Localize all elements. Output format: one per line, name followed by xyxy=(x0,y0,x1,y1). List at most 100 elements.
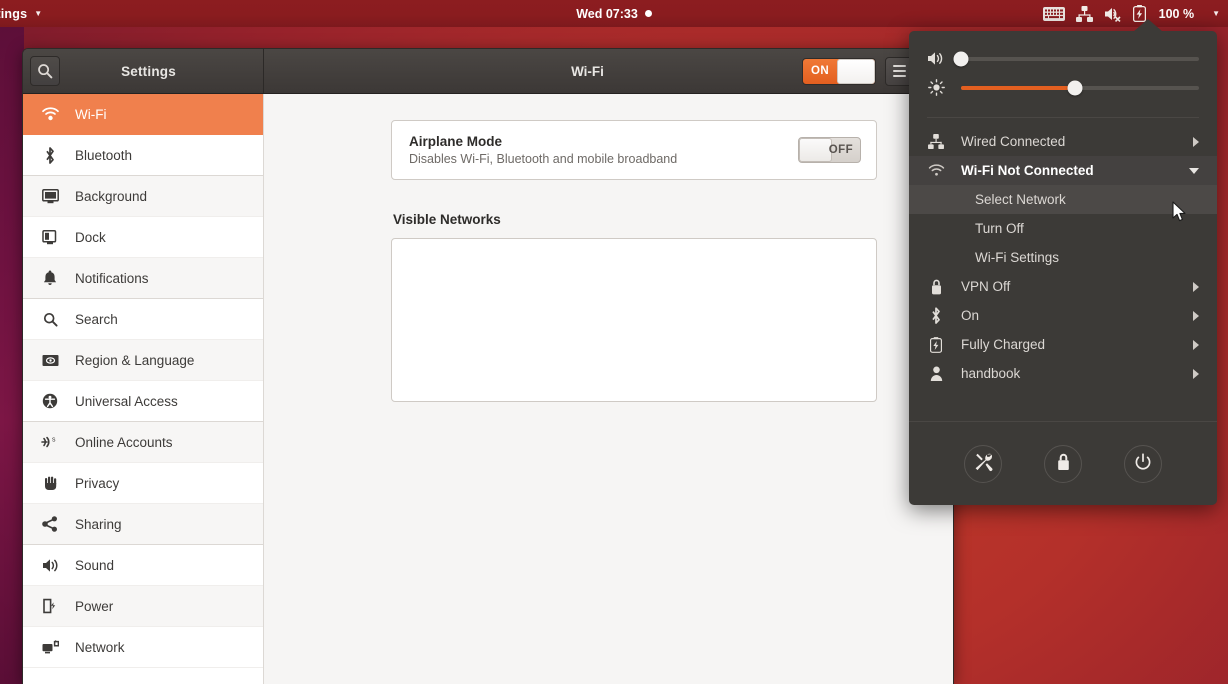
system-menu-vpn-row[interactable]: VPN Off xyxy=(909,272,1217,301)
region-language-icon xyxy=(41,354,59,367)
sidebar-item-privacy[interactable]: Privacy xyxy=(23,463,263,504)
privacy-hand-icon xyxy=(41,475,59,491)
battery-percent-label: 100 % xyxy=(1158,6,1195,21)
system-menu-row-label: On xyxy=(961,308,980,323)
power-icon xyxy=(1134,453,1152,474)
system-menu-wifi-row[interactable]: Wi-Fi Not Connected xyxy=(909,156,1217,185)
sidebar-item-label: Notifications xyxy=(75,270,149,286)
sidebar-item-label: Dock xyxy=(75,229,106,245)
notification-dot-icon xyxy=(644,9,652,17)
sidebar-item-label: Universal Access xyxy=(75,393,178,409)
keyboard-icon xyxy=(1042,6,1065,21)
wifi-toggle-switch[interactable]: ON xyxy=(802,57,876,85)
visible-networks-list[interactable] xyxy=(391,238,877,402)
settings-sidebar: Wi-Fi Bluetooth Background Dock Notifica… xyxy=(23,94,264,684)
sidebar-item-label: Bluetooth xyxy=(75,147,133,163)
system-menu-wired-row[interactable]: Wired Connected xyxy=(909,127,1217,156)
sidebar-item-wifi[interactable]: Wi-Fi xyxy=(23,94,263,135)
sidebar-item-label: Region & Language xyxy=(75,352,195,368)
settings-window: Settings Wi-Fi ON Wi-Fi Bluetooth Backgr… xyxy=(22,48,954,684)
system-menu-row-label: VPN Off xyxy=(961,279,1011,294)
sound-icon xyxy=(41,558,59,573)
sidebar-item-background[interactable]: Background xyxy=(23,176,263,217)
sidebar-item-bluetooth[interactable]: Bluetooth xyxy=(23,135,263,176)
topbar-app-name: ttings xyxy=(0,6,28,21)
airplane-toggle-label: OFF xyxy=(828,144,853,156)
accessibility-icon xyxy=(41,393,59,409)
clock-button[interactable]: Wed 07:33 xyxy=(576,7,652,21)
airplane-mode-title: Airplane Mode xyxy=(409,134,503,149)
sidebar-item-label: Sound xyxy=(75,557,115,573)
volume-muted-icon xyxy=(1104,6,1122,22)
brightness-slider-knob xyxy=(1067,80,1083,95)
power-button[interactable] xyxy=(1124,444,1162,483)
sidebar-item-online-accounts[interactable]: s Online Accounts xyxy=(23,422,263,463)
airplane-mode-subtitle: Disables Wi-Fi, Bluetooth and mobile bro… xyxy=(409,152,678,166)
system-menu-row-label: Wired Connected xyxy=(961,134,1066,149)
window-body: Wi-Fi Bluetooth Background Dock Notifica… xyxy=(23,94,953,684)
sidebar-item-label: Wi-Fi xyxy=(75,106,107,122)
sidebar-item-sharing[interactable]: Sharing xyxy=(23,504,263,545)
sidebar-item-sound[interactable]: Sound xyxy=(23,545,263,586)
chevron-right-icon xyxy=(1193,281,1199,292)
background-icon xyxy=(41,188,59,204)
brightness-icon xyxy=(927,79,945,96)
sidebar-item-label: Privacy xyxy=(75,475,120,491)
sidebar-item-region-language[interactable]: Region & Language xyxy=(23,340,263,381)
sidebar-item-label: Search xyxy=(75,311,118,327)
online-accounts-icon: s xyxy=(41,434,59,450)
search-button[interactable] xyxy=(30,56,60,86)
settings-button[interactable] xyxy=(964,444,1002,483)
airplane-toggle-knob xyxy=(799,138,832,162)
chevron-right-icon xyxy=(1193,368,1199,379)
search-icon xyxy=(41,312,59,327)
system-menu-row-label: Fully Charged xyxy=(961,337,1046,352)
brightness-slider-track[interactable] xyxy=(961,80,1199,95)
volume-slider-row[interactable] xyxy=(927,44,1199,73)
top-bar: ttings ▼ Wed 07:33 xyxy=(0,0,1228,27)
system-menu-row-label: handbook xyxy=(961,366,1021,381)
lock-button[interactable] xyxy=(1044,444,1082,483)
topbar-status-area[interactable]: 100 % ▼ xyxy=(1042,0,1220,27)
sidebar-item-dock[interactable]: Dock xyxy=(23,217,263,258)
sidebar-item-search[interactable]: Search xyxy=(23,299,263,340)
headerbar-right: Wi-Fi ON xyxy=(264,49,953,93)
airplane-mode-toggle[interactable]: OFF xyxy=(798,137,861,163)
sidebar-item-power[interactable]: Power xyxy=(23,586,263,627)
system-menu-actions xyxy=(909,421,1217,505)
sidebar-item-label: Online Accounts xyxy=(75,434,173,450)
sidebar-item-notifications[interactable]: Notifications xyxy=(23,258,263,299)
wired-network-icon xyxy=(1075,5,1093,22)
power-plug-icon xyxy=(41,598,59,614)
system-menu-user-row[interactable]: handbook xyxy=(909,359,1217,388)
user-avatar-icon xyxy=(927,366,945,381)
volume-slider-track[interactable] xyxy=(953,51,1199,66)
svg-text:s: s xyxy=(52,437,56,444)
sidebar-item-universal-access[interactable]: Universal Access xyxy=(23,381,263,422)
sidebar-item-network[interactable]: Network xyxy=(23,627,263,668)
system-menu-battery-row[interactable]: Fully Charged xyxy=(909,330,1217,359)
brightness-slider-row[interactable] xyxy=(927,73,1199,102)
bell-icon xyxy=(41,270,59,286)
desktop-left-strip xyxy=(0,27,24,684)
network-icon xyxy=(41,639,59,655)
sidebar-item-label: Power xyxy=(75,598,114,614)
system-menu-bluetooth-row[interactable]: On xyxy=(909,301,1217,330)
page-title-left: Settings xyxy=(121,63,176,79)
wifi-toggle-label: ON xyxy=(811,65,830,77)
bluetooth-icon xyxy=(927,307,945,324)
chevron-down-icon xyxy=(1189,167,1199,174)
system-menu-turn-off[interactable]: Turn Off xyxy=(909,214,1217,243)
submenu-label: Wi-Fi Settings xyxy=(975,250,1060,265)
brightness-slider-fill xyxy=(961,85,1076,90)
system-menu-select-network[interactable]: Select Network xyxy=(909,185,1217,214)
chevron-right-icon xyxy=(1193,339,1199,350)
system-menu: Wired Connected Wi-Fi Not Connected Sele… xyxy=(909,31,1217,505)
system-menu-wifi-settings[interactable]: Wi-Fi Settings xyxy=(909,243,1217,272)
chevron-right-icon xyxy=(1193,310,1199,321)
submenu-label: Turn Off xyxy=(975,221,1024,236)
system-menu-sliders xyxy=(909,31,1217,108)
visible-networks-title: Visible Networks xyxy=(393,212,501,227)
topbar-app-menu[interactable]: ttings ▼ xyxy=(0,7,42,21)
dock-icon xyxy=(41,229,59,245)
